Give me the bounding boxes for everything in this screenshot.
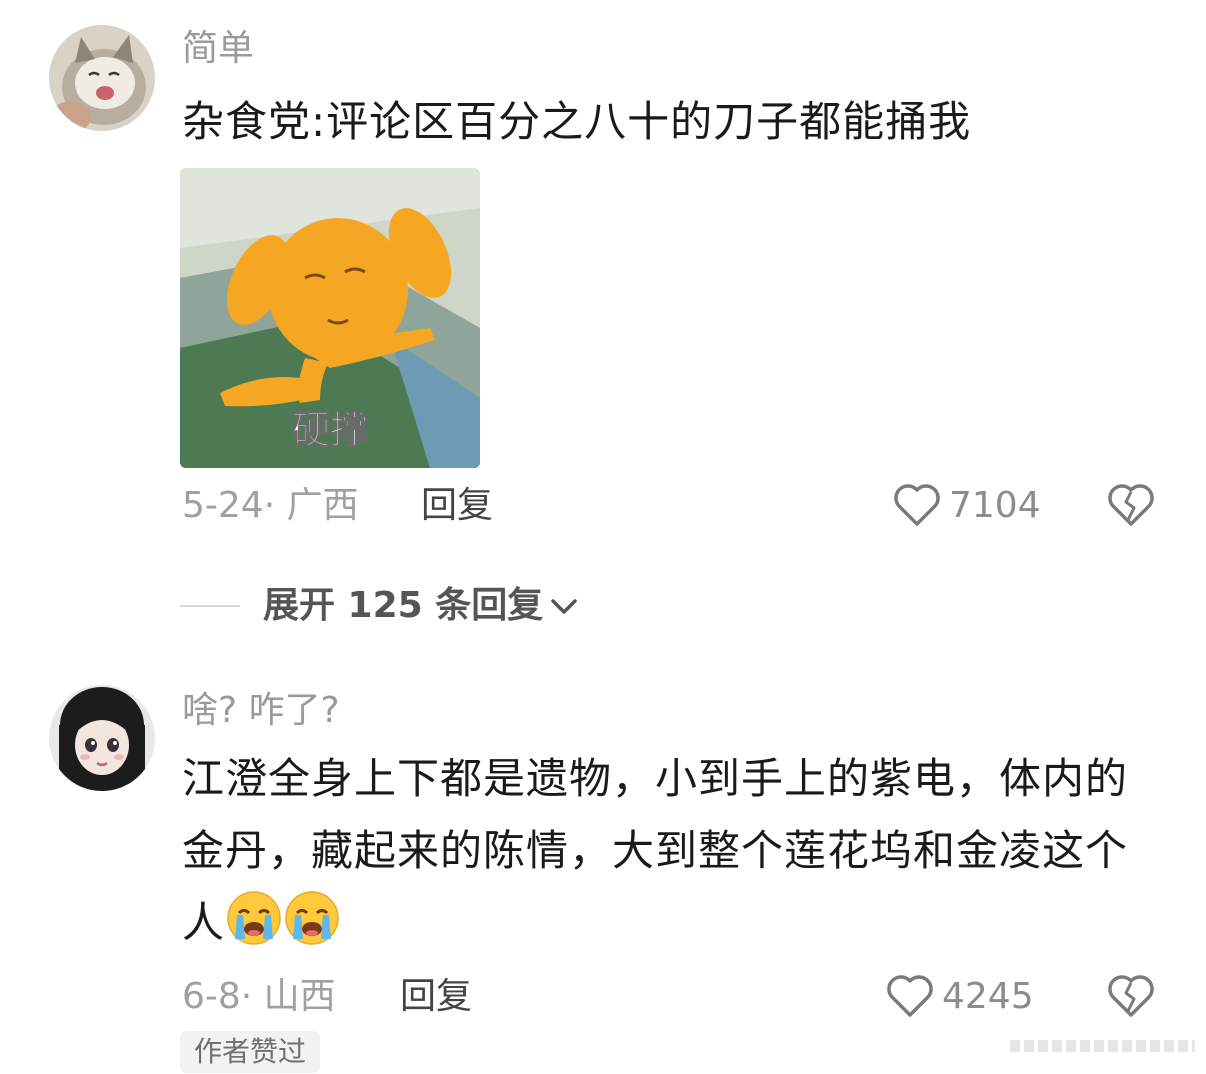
broken-heart-icon[interactable] — [1106, 971, 1156, 1019]
scroll-indicator — [1010, 1040, 1195, 1052]
comment-text: 江澄全身上下都是遗物，小到手上的紫电，体内的金丹，藏起来的陈情，大到整个莲花坞和… — [182, 743, 1157, 959]
username[interactable]: 啥? 咋了? — [182, 689, 340, 733]
like-count: 7104 — [949, 485, 1041, 526]
avatar[interactable] — [49, 685, 155, 791]
expand-replies-label: 展开 125 条回复 — [263, 585, 544, 626]
reply-button[interactable]: 回复 — [400, 975, 472, 1019]
heart-icon[interactable] — [892, 480, 942, 528]
comment-list: 简单 杂食党:评论区百分之八十的刀子都能捅我 硬撑 5-24· 广西 回复 71… — [0, 0, 1206, 1074]
comment-date-location: 5-24· 广西 — [182, 485, 359, 526]
sticker-caption: 硬撑 — [292, 408, 368, 452]
sticker-image[interactable]: 硬撑 — [180, 168, 480, 468]
author-liked-badge: 作者赞过 — [180, 1031, 321, 1073]
divider — [180, 605, 240, 607]
reply-button[interactable]: 回复 — [421, 484, 493, 528]
chevron-down-icon — [551, 599, 577, 614]
comment-text: 杂食党:评论区百分之八十的刀子都能捅我 — [182, 97, 972, 146]
avatar[interactable] — [49, 25, 155, 131]
crying-emoji-icon — [227, 891, 281, 945]
comment-date-location: 6-8· 山西 — [182, 976, 336, 1017]
heart-icon[interactable] — [885, 971, 935, 1019]
like-count: 4245 — [942, 976, 1034, 1017]
broken-heart-icon[interactable] — [1106, 480, 1156, 528]
username[interactable]: 简单 — [182, 27, 254, 71]
expand-replies-button[interactable]: 展开 125 条回复 — [263, 584, 581, 628]
crying-emoji-icon — [285, 891, 339, 945]
